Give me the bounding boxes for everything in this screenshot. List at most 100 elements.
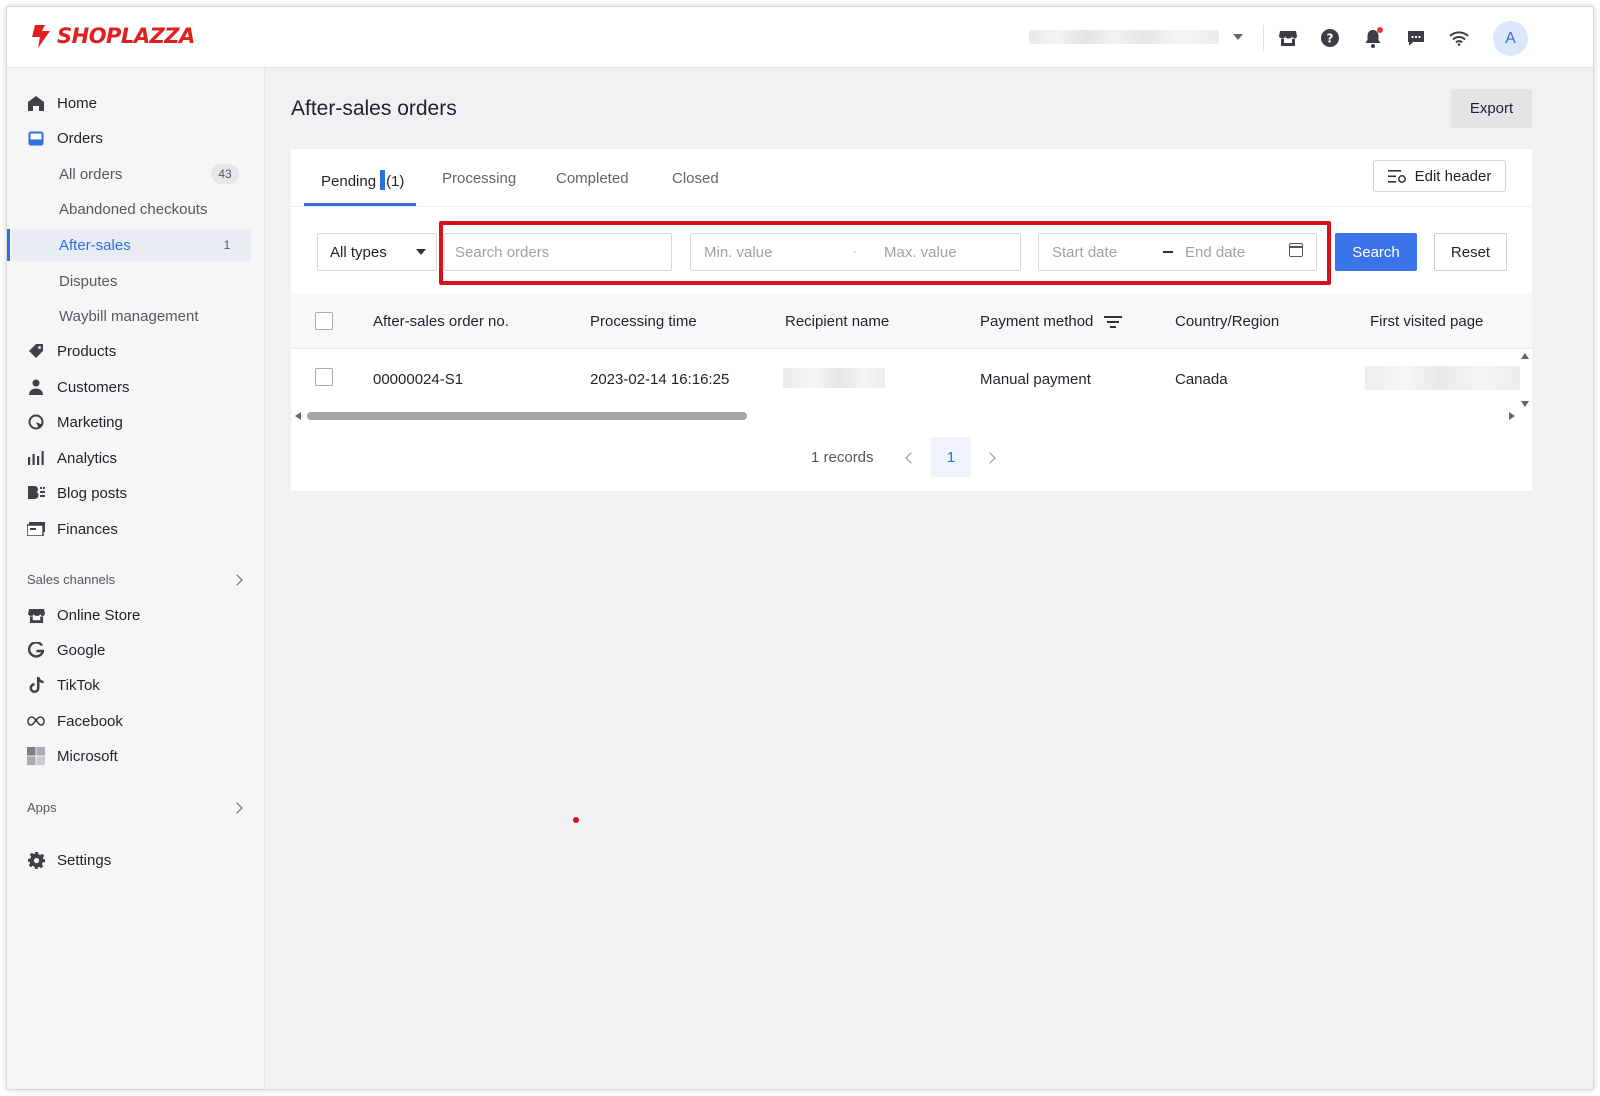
pointer-dot [573, 817, 579, 823]
chat-icon[interactable] [1405, 27, 1427, 49]
edit-header-button[interactable]: Edit header [1373, 160, 1506, 192]
store-selector[interactable] [1029, 25, 1249, 49]
chevron-right-icon[interactable] [984, 452, 996, 464]
apps-header[interactable]: Apps [27, 800, 247, 815]
shoplazza-logo-icon [32, 25, 50, 48]
wifi-icon[interactable] [1448, 27, 1470, 49]
tab-pending[interactable]: Pending (1) [321, 170, 404, 190]
sidebar-item-label: Analytics [57, 449, 118, 467]
sidebar-item-products[interactable]: Products [7, 335, 265, 367]
reset-button[interactable]: Reset [1434, 233, 1507, 271]
sidebar-subitem-abandoned-checkouts[interactable]: Abandoned checkouts [7, 193, 265, 225]
gear-icon [27, 851, 45, 869]
sidebar-item-microsoft[interactable]: Microsoft [7, 740, 265, 772]
sidebar-item-tiktok[interactable]: TikTok [7, 669, 265, 701]
column-header: Processing time [590, 313, 697, 330]
recipient-name-redacted [783, 368, 885, 388]
sidebar-item-online-store[interactable]: Online Store [7, 599, 265, 631]
divider [1263, 25, 1264, 51]
brand-name: SHOPLAZZA [57, 24, 195, 48]
column-header: After-sales order no. [373, 313, 509, 330]
sales-channels-header[interactable]: Sales channels [27, 572, 247, 587]
sidebar-subitem-all-orders[interactable]: All orders 43 [7, 158, 265, 190]
page-number[interactable]: 1 [931, 437, 971, 477]
sidebar-item-label: Microsoft [57, 747, 118, 765]
order-number[interactable]: 00000024-S1 [373, 371, 463, 388]
export-button[interactable]: Export [1451, 89, 1532, 128]
chevron-right-icon [231, 801, 243, 814]
sidebar-item-label: Facebook [57, 712, 123, 730]
active-tab-indicator [304, 203, 416, 206]
sidebar-item-label: Marketing [57, 413, 123, 431]
sidebar-item-google[interactable]: Google [7, 634, 265, 666]
sidebar-item-blog-posts[interactable]: Blog posts [7, 477, 265, 509]
marketing-icon [27, 413, 45, 431]
row-checkbox[interactable] [315, 368, 333, 386]
sidebar-item-customers[interactable]: Customers [7, 371, 265, 403]
filter-icon[interactable] [1103, 316, 1122, 328]
sidebar-item-label: TikTok [57, 676, 100, 694]
avatar[interactable]: A [1493, 21, 1528, 56]
store-icon[interactable] [1277, 27, 1299, 49]
tab-closed[interactable]: Closed [672, 170, 719, 187]
brand-logo[interactable]: SHOPLAZZA [29, 23, 195, 49]
notification-dot [1377, 27, 1383, 33]
table-row[interactable]: 00000024-S1 2023-02-14 16:16:25 Manual p… [291, 349, 1532, 407]
sidebar-item-settings[interactable]: Settings [7, 844, 265, 876]
meta-icon [27, 712, 45, 730]
tag-icon [27, 342, 45, 360]
person-icon [27, 378, 45, 396]
store-name-redacted [1029, 30, 1219, 44]
columns-settings-icon [1387, 169, 1406, 183]
sidebar-item-label: Blog posts [57, 484, 128, 502]
chevron-left-icon[interactable] [905, 452, 917, 464]
sidebar-item-label: Settings [57, 851, 112, 869]
sidebar-subitem-after-sales[interactable]: After-sales 1 [11, 229, 251, 261]
sidebar: Home Orders All orders 43 Abandoned chec… [7, 68, 265, 1089]
bar-chart-icon [27, 449, 45, 467]
country-region: Canada [1175, 371, 1228, 388]
scroll-down-arrow[interactable] [1521, 401, 1529, 407]
sidebar-item-marketing[interactable]: Marketing [7, 406, 265, 438]
sidebar-item-orders[interactable]: Orders [7, 122, 265, 154]
sidebar-item-label: Products [57, 342, 117, 360]
bell-icon[interactable] [1362, 27, 1384, 49]
orders-card: Pending (1) Processing Completed Closed E… [291, 149, 1532, 491]
text-cursor [380, 170, 386, 190]
column-header: Country/Region [1175, 313, 1280, 330]
sidebar-item-finances[interactable]: Finances [7, 513, 265, 545]
type-select[interactable]: All types [317, 233, 437, 271]
chevron-down-icon [1233, 34, 1243, 40]
scroll-left-arrow[interactable] [295, 412, 301, 420]
store-icon [27, 606, 45, 624]
sidebar-item-home[interactable]: Home [7, 87, 265, 119]
sidebar-item-facebook[interactable]: Facebook [7, 705, 265, 737]
highlight-box [439, 221, 1331, 285]
payment-method: Manual payment [980, 371, 1091, 388]
tab-completed[interactable]: Completed [556, 170, 629, 187]
scroll-right-arrow[interactable] [1509, 412, 1515, 420]
blog-icon [27, 484, 45, 502]
count-badge: 1 [223, 238, 231, 252]
finance-icon [27, 520, 45, 538]
sidebar-item-analytics[interactable]: Analytics [7, 442, 265, 474]
svg-text:?: ? [1327, 32, 1334, 46]
horizontal-scrollbar[interactable] [307, 412, 747, 420]
sidebar-subitem-disputes[interactable]: Disputes [7, 265, 265, 297]
column-header-payment-method[interactable]: Payment method [980, 313, 1122, 330]
tiktok-icon [27, 676, 45, 694]
search-button[interactable]: Search [1335, 233, 1417, 271]
pagination: 1 records 1 [291, 437, 1532, 477]
sidebar-item-label: Google [57, 641, 106, 659]
tab-processing[interactable]: Processing [442, 170, 516, 187]
scroll-up-arrow[interactable] [1521, 353, 1529, 359]
help-icon[interactable]: ? [1319, 27, 1341, 49]
sidebar-item-label: Online Store [57, 606, 141, 624]
select-all-checkbox[interactable] [315, 312, 333, 330]
filter-bar: All types Search orders Min. value - Max… [291, 207, 1532, 295]
page-title: After-sales orders [291, 97, 457, 120]
records-count: 1 records [811, 449, 874, 466]
sidebar-item-label: Home [57, 94, 98, 112]
sidebar-subitem-waybill-management[interactable]: Waybill management [7, 300, 265, 332]
count-badge: 43 [211, 164, 239, 184]
